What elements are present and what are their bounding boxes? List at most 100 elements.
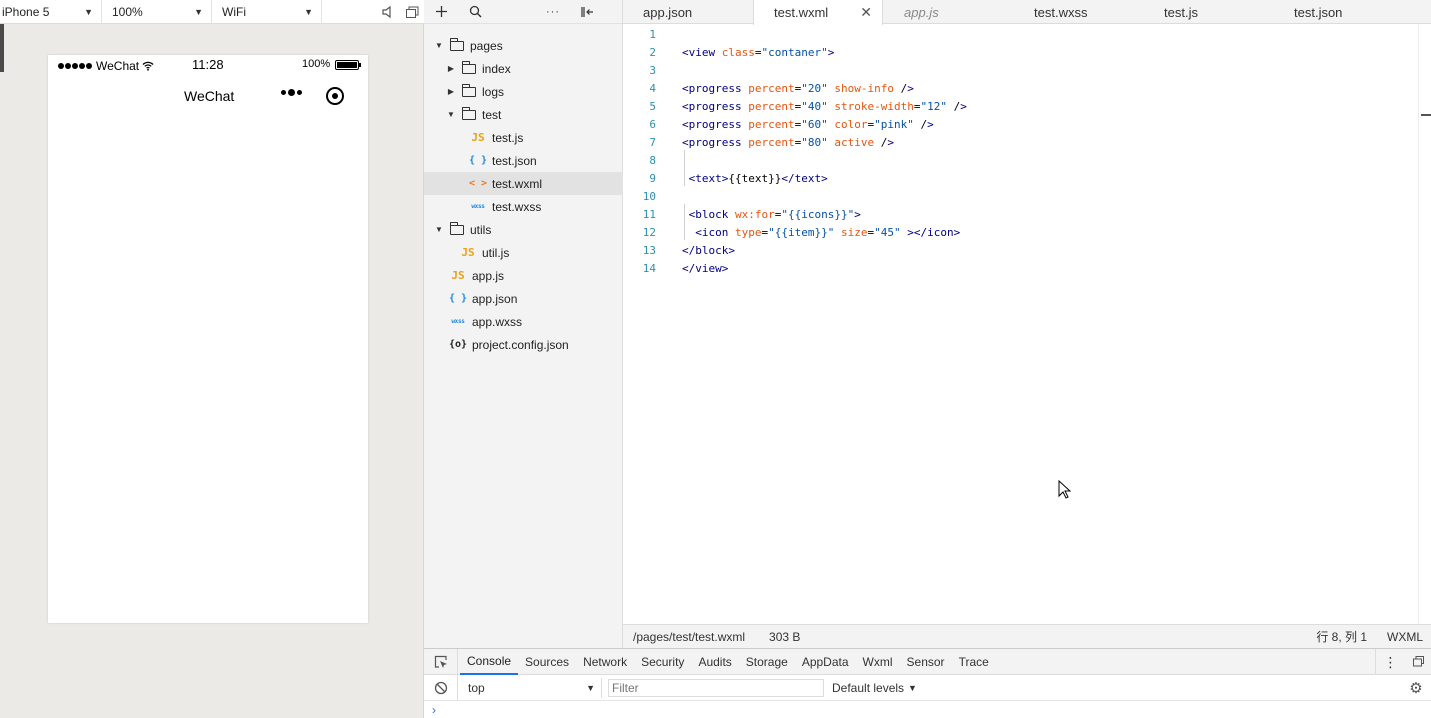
js-file-icon: JS: [471, 131, 485, 144]
code-line[interactable]: 4 <progress percent="20" show-info />: [623, 79, 1418, 97]
tab-test-json[interactable]: test.json: [1294, 0, 1342, 24]
code-line[interactable]: 10: [623, 187, 1418, 205]
log-levels-select[interactable]: Default levels ▼: [832, 681, 917, 695]
console-input[interactable]: ›: [424, 701, 1431, 718]
tab-network[interactable]: Network: [576, 649, 634, 675]
code-line[interactable]: 1: [623, 25, 1418, 43]
more-icon[interactable]: [281, 89, 302, 96]
caret-down-icon[interactable]: ▼: [434, 41, 444, 50]
tree-file[interactable]: {o} project.config.json: [424, 333, 623, 356]
tab-audits[interactable]: Audits: [691, 649, 738, 675]
add-file-button[interactable]: [424, 0, 458, 24]
tree-folder[interactable]: ▼ utils: [424, 218, 623, 241]
close-miniprogram-icon[interactable]: [326, 87, 344, 105]
context-select[interactable]: top ▼: [458, 677, 602, 698]
tab-app-json[interactable]: app.json: [643, 0, 692, 24]
collapse-panel-button[interactable]: [570, 0, 604, 24]
tree-folder[interactable]: ▶ logs: [424, 80, 623, 103]
line-content: <text>{{text}}</text>: [688, 171, 828, 185]
tab-storage[interactable]: Storage: [739, 649, 795, 675]
speaker-icon: [382, 5, 391, 18]
folder-open-icon: [450, 221, 464, 235]
close-icon[interactable]: ✕: [860, 4, 872, 21]
phone-screen[interactable]: WeChat 11:28 100% WeChat: [48, 55, 368, 623]
device-select[interactable]: iPhone 5 ▼: [0, 0, 102, 24]
tab-test-wxml[interactable]: test.wxml ✕: [753, 0, 883, 25]
tab-app-js[interactable]: app.js: [904, 0, 939, 24]
tree-file[interactable]: wxss test.wxss: [424, 195, 623, 218]
tab-security[interactable]: Security: [634, 649, 691, 675]
tree-file[interactable]: { } test.json: [424, 149, 623, 172]
caret-right-icon[interactable]: ▶: [446, 64, 456, 73]
tree-folder[interactable]: ▼ test: [424, 103, 623, 126]
console-filter-input[interactable]: [608, 678, 824, 697]
tree-file[interactable]: < > test.wxml: [424, 172, 623, 195]
code-line[interactable]: 7 <progress percent="80" active />: [623, 133, 1418, 151]
detach-window-button[interactable]: [400, 0, 424, 24]
code-line[interactable]: 5 <progress percent="40" stroke-width="12…: [623, 97, 1418, 115]
more-options-button[interactable]: ···: [536, 0, 570, 24]
tree-item-label: project.config.json: [472, 337, 569, 352]
code-line[interactable]: 8: [623, 151, 1418, 169]
tab-appdata[interactable]: AppData: [795, 649, 856, 675]
search-button[interactable]: [458, 0, 492, 24]
tab-label: app.js: [904, 4, 939, 20]
caret-down-icon[interactable]: ▼: [446, 110, 456, 119]
code-line[interactable]: 6 <progress percent="60" color="pink" />: [623, 115, 1418, 133]
code-line[interactable]: 2 <view class="contaner">: [623, 43, 1418, 61]
tree-folder[interactable]: ▼ pages: [424, 34, 623, 57]
undock-button[interactable]: [1405, 649, 1431, 675]
tab-test-wxss[interactable]: test.wxss: [1034, 0, 1087, 24]
folder-open-icon: [450, 37, 464, 51]
devtools-tabs: Console Sources Network Security Audits Stora…: [424, 648, 1431, 675]
wxss-file-icon: wxss: [471, 203, 485, 210]
project-file-icon: {o}: [448, 339, 468, 350]
tab-console[interactable]: Console: [460, 649, 519, 675]
tab-trace[interactable]: Trace: [952, 649, 996, 675]
code-line[interactable]: 11 <block wx:for="{{icons}}">: [623, 205, 1418, 223]
zoom-select[interactable]: 100% ▼: [102, 0, 212, 24]
tree-folder[interactable]: ▶ index: [424, 57, 623, 80]
line-number: 11: [642, 207, 656, 221]
caret-down-icon[interactable]: ▼: [434, 225, 444, 234]
status-time: 11:28: [192, 57, 224, 72]
tab-label: test.wxml: [774, 5, 829, 20]
code-line[interactable]: 13 </block>: [623, 241, 1418, 259]
mute-button[interactable]: [376, 0, 400, 24]
tree-file[interactable]: JS test.js: [424, 126, 623, 149]
tab-sensor[interactable]: Sensor: [900, 649, 952, 675]
console-settings-button[interactable]: ⚙: [1401, 675, 1431, 701]
tree-file[interactable]: JS util.js: [424, 241, 623, 264]
tree-file[interactable]: JS app.js: [424, 264, 623, 287]
clear-console-button[interactable]: [424, 674, 458, 701]
code-line[interactable]: 9 <text>{{text}}</text>: [623, 169, 1418, 187]
tab-sources[interactable]: Sources: [518, 649, 576, 675]
tree-file[interactable]: { } app.json: [424, 287, 623, 310]
network-select[interactable]: WiFi ▼: [212, 0, 322, 24]
tab-label: app.json: [643, 4, 693, 20]
code-line[interactable]: 3: [623, 61, 1418, 79]
log-levels-label: Default levels: [832, 680, 905, 695]
panel-resize-handle[interactable]: [0, 24, 4, 72]
code-line[interactable]: 14 </view>: [623, 259, 1418, 277]
cursor-position[interactable]: 行 8, 列 1: [1316, 628, 1367, 645]
tab-test-js[interactable]: test.js: [1164, 0, 1198, 24]
code-line[interactable]: 12 <icon type="{{item}}" size="45" ></ic…: [623, 223, 1418, 241]
devtools-menu-button[interactable]: ⋮: [1375, 648, 1405, 675]
folder-icon: [462, 60, 476, 74]
chevron-down-icon: ▼: [304, 6, 313, 17]
folder-open-icon: [462, 106, 476, 120]
line-number: 13: [642, 243, 656, 257]
tree-file[interactable]: wxss app.wxss: [424, 310, 623, 333]
wxss-file-icon: wxss: [451, 318, 465, 325]
caret-right-icon[interactable]: ▶: [446, 87, 456, 96]
line-content: <progress percent="40" stroke-width="12"…: [682, 99, 967, 113]
vertical-scrollbar[interactable]: [1418, 24, 1431, 624]
explorer-toolbar: ···: [424, 0, 622, 24]
file-size: 303 B: [769, 629, 801, 644]
inspect-element-button[interactable]: [424, 648, 458, 675]
tab-wxml[interactable]: Wxml: [856, 649, 900, 675]
device-select-label: iPhone 5: [2, 4, 50, 19]
language-mode[interactable]: WXML: [1387, 630, 1423, 644]
code-editor[interactable]: 1 2 <view class="contaner"> 3 4 <progress per…: [623, 24, 1418, 624]
